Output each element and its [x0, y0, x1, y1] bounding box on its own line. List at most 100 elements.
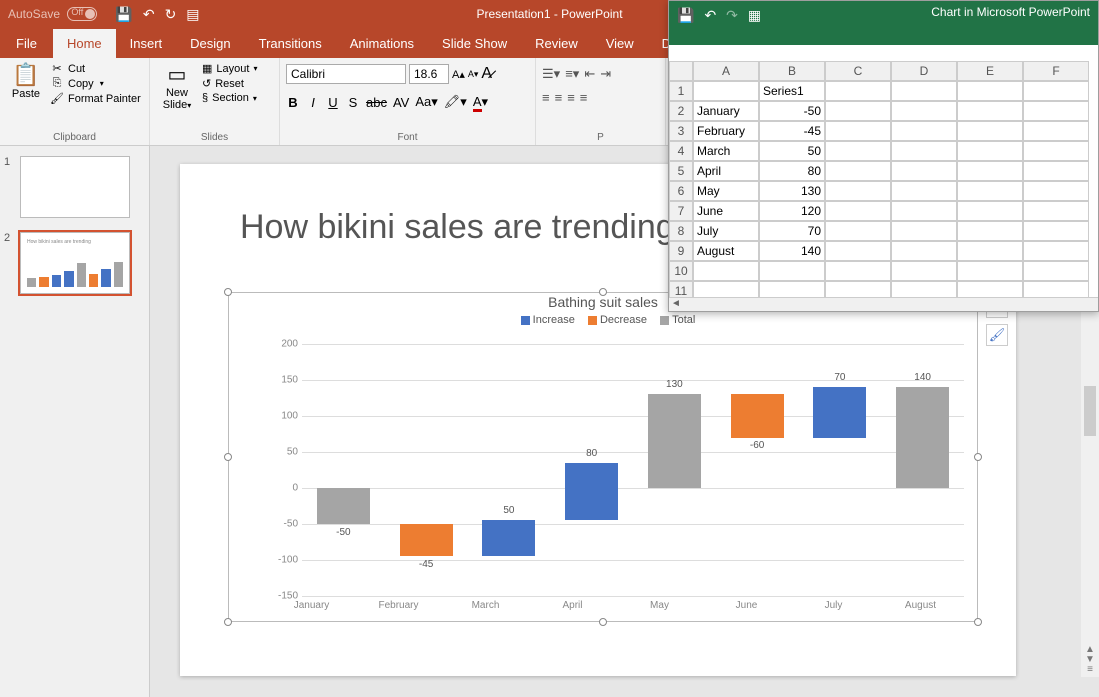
excel-grid[interactable]: A B C D E F 1Series12January-503February…: [669, 61, 1098, 297]
cell-C8[interactable]: [825, 221, 891, 241]
cell-D2[interactable]: [891, 101, 957, 121]
cell-E6[interactable]: [957, 181, 1023, 201]
underline-button[interactable]: U: [326, 95, 340, 110]
bar-increase[interactable]: [565, 463, 618, 521]
col-header-f[interactable]: F: [1023, 61, 1089, 81]
cell-B3[interactable]: -45: [759, 121, 825, 141]
cell-B2[interactable]: -50: [759, 101, 825, 121]
cell-B5[interactable]: 80: [759, 161, 825, 181]
bar-decrease[interactable]: [400, 524, 453, 556]
cell-F5[interactable]: [1023, 161, 1089, 181]
cell-B6[interactable]: 130: [759, 181, 825, 201]
slide-thumb-1[interactable]: 1: [6, 156, 143, 218]
font-color-icon[interactable]: A▾: [473, 94, 488, 110]
cell-B8[interactable]: 70: [759, 221, 825, 241]
excel-row[interactable]: 7June120: [669, 201, 1098, 221]
row-header[interactable]: 3: [669, 121, 693, 141]
cell-A4[interactable]: March: [693, 141, 759, 161]
cell-F2[interactable]: [1023, 101, 1089, 121]
excel-customize-icon[interactable]: ▦: [748, 7, 761, 24]
bar-increase[interactable]: [482, 520, 535, 556]
col-header-c[interactable]: C: [825, 61, 891, 81]
col-header-a[interactable]: A: [693, 61, 759, 81]
tab-file[interactable]: File: [0, 29, 53, 58]
indent-inc-icon[interactable]: ⇥: [600, 66, 611, 82]
cell-B4[interactable]: 50: [759, 141, 825, 161]
bold-button[interactable]: B: [286, 95, 300, 110]
cell-F6[interactable]: [1023, 181, 1089, 201]
excel-chart-data-window[interactable]: 💾 ↶ ↷ ▦ Chart in Microsoft PowerPoint A …: [668, 0, 1099, 312]
bullets-icon[interactable]: ☰▾: [542, 66, 560, 82]
cell-D10[interactable]: [891, 261, 957, 281]
align-left-icon[interactable]: ≡: [542, 90, 550, 105]
chart-column[interactable]: -45: [385, 344, 468, 596]
excel-row[interactable]: 10: [669, 261, 1098, 281]
cell-E5[interactable]: [957, 161, 1023, 181]
cell-C4[interactable]: [825, 141, 891, 161]
cell-A7[interactable]: June: [693, 201, 759, 221]
clear-format-icon[interactable]: A̷: [481, 65, 492, 83]
start-from-beginning-icon[interactable]: ▤: [186, 6, 199, 23]
strike-button[interactable]: abc: [366, 95, 387, 110]
tab-transitions[interactable]: Transitions: [245, 29, 336, 58]
excel-row[interactable]: 4March50: [669, 141, 1098, 161]
tab-slideshow[interactable]: Slide Show: [428, 29, 521, 58]
excel-hscroll[interactable]: ◄: [669, 297, 1098, 311]
chart-column[interactable]: 70: [799, 344, 882, 596]
col-header-d[interactable]: D: [891, 61, 957, 81]
cell-D5[interactable]: [891, 161, 957, 181]
excel-undo-icon[interactable]: ↶: [704, 7, 716, 24]
cell-E3[interactable]: [957, 121, 1023, 141]
cell-C2[interactable]: [825, 101, 891, 121]
excel-row[interactable]: 5April80: [669, 161, 1098, 181]
excel-titlebar[interactable]: 💾 ↶ ↷ ▦ Chart in Microsoft PowerPoint: [669, 1, 1098, 45]
cell-B10[interactable]: [759, 261, 825, 281]
chart-plot-area[interactable]: -150-100-50050100150200 -50-455080130-60…: [268, 344, 964, 596]
align-center-icon[interactable]: ≡: [555, 90, 563, 105]
cell-B1[interactable]: Series1: [759, 81, 825, 101]
cell-D8[interactable]: [891, 221, 957, 241]
autosave-toggle[interactable]: AutoSave Off: [8, 7, 97, 22]
excel-row[interactable]: 6May130: [669, 181, 1098, 201]
cell-E10[interactable]: [957, 261, 1023, 281]
excel-save-icon[interactable]: 💾: [677, 7, 694, 24]
resize-handle[interactable]: [974, 453, 982, 461]
shadow-button[interactable]: S: [346, 95, 360, 110]
excel-row[interactable]: 1Series1: [669, 81, 1098, 101]
undo-icon[interactable]: ↶: [143, 6, 155, 23]
highlight-icon[interactable]: 🖍▾: [444, 94, 467, 110]
excel-row[interactable]: 3February-45: [669, 121, 1098, 141]
bar-total[interactable]: [317, 488, 370, 524]
chart-column[interactable]: 50: [468, 344, 551, 596]
numbering-icon[interactable]: ≡▾: [565, 66, 579, 82]
shrink-font-icon[interactable]: A▾: [468, 69, 479, 80]
bar-total[interactable]: [896, 387, 949, 488]
cell-B7[interactable]: 120: [759, 201, 825, 221]
font-size-combo[interactable]: [409, 64, 449, 84]
tab-home[interactable]: Home: [53, 29, 116, 58]
scrollbar-thumb[interactable]: [1084, 386, 1096, 436]
chart-column[interactable]: -60: [716, 344, 799, 596]
row-header[interactable]: 8: [669, 221, 693, 241]
save-icon[interactable]: 💾: [115, 6, 132, 23]
col-header-b[interactable]: B: [759, 61, 825, 81]
excel-redo-icon[interactable]: ↷: [726, 7, 738, 24]
tab-insert[interactable]: Insert: [116, 29, 177, 58]
cell-E9[interactable]: [957, 241, 1023, 261]
cell-A5[interactable]: April: [693, 161, 759, 181]
scrollbar-arrows[interactable]: ▲▼≡: [1081, 645, 1099, 675]
col-header-e[interactable]: E: [957, 61, 1023, 81]
resize-handle[interactable]: [599, 618, 607, 626]
redo-icon[interactable]: ↻: [165, 6, 177, 23]
tab-animations[interactable]: Animations: [336, 29, 428, 58]
row-header[interactable]: 4: [669, 141, 693, 161]
cell-C6[interactable]: [825, 181, 891, 201]
cell-C9[interactable]: [825, 241, 891, 261]
chart-object[interactable]: Bathing suit sales Increase Decrease Tot…: [228, 292, 978, 622]
select-all-corner[interactable]: [669, 61, 693, 81]
cell-F7[interactable]: [1023, 201, 1089, 221]
cell-F4[interactable]: [1023, 141, 1089, 161]
chart-column[interactable]: 130: [633, 344, 716, 596]
change-case-icon[interactable]: Aa▾: [415, 94, 437, 110]
row-header[interactable]: 10: [669, 261, 693, 281]
